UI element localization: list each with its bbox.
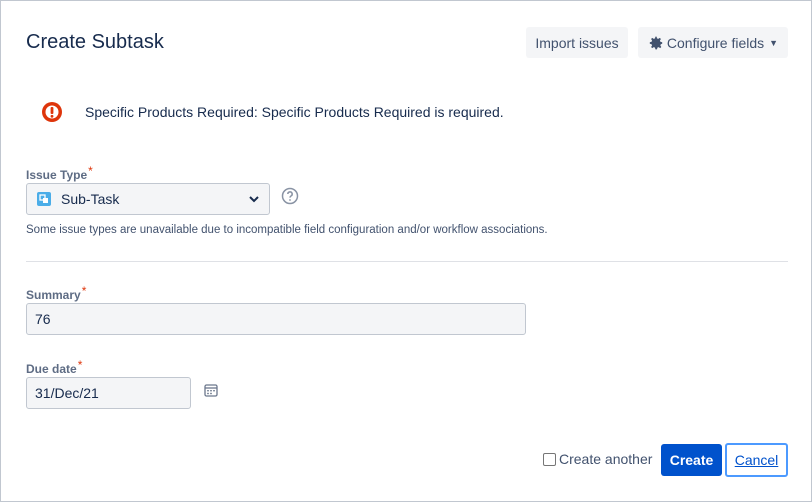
required-mark: * (77, 358, 83, 372)
issue-type-hint: Some issue types are unavailable due to … (26, 224, 548, 236)
chevron-down-icon: ▼ (769, 37, 779, 48)
calendar-icon[interactable] (204, 383, 218, 397)
issue-type-select[interactable]: Sub-Task (26, 183, 270, 215)
summary-input[interactable]: 76 (26, 303, 526, 335)
due-date-label-text: Due date (26, 362, 77, 376)
required-mark: * (88, 164, 93, 178)
error-message: Specific Products Required: Specific Pro… (41, 101, 504, 123)
create-another-option[interactable]: Create another (543, 451, 652, 467)
create-subtask-dialog: Create Subtask Import issues Configure f… (0, 0, 812, 502)
create-another-checkbox[interactable] (543, 452, 556, 466)
configure-fields-label: Configure fields (666, 34, 765, 51)
error-icon (42, 102, 62, 122)
due-date-input[interactable]: 31/Dec/21 (26, 377, 191, 409)
required-mark: * (81, 284, 87, 298)
cancel-button[interactable]: Cancel (725, 443, 788, 477)
dialog-title: Create Subtask (26, 31, 164, 53)
summary-label: Summary* (26, 284, 86, 302)
issue-type-label: Issue Type* (26, 164, 93, 182)
configure-fields-button[interactable]: Configure fields ▼ (638, 27, 788, 58)
gear-icon (649, 36, 663, 49)
help-icon[interactable] (281, 187, 299, 205)
import-issues-button[interactable]: Import issues (526, 27, 628, 58)
issue-type-label-text: Issue Type (26, 168, 88, 182)
chevron-down-icon (249, 196, 259, 203)
due-date-label: Due date* (26, 358, 82, 376)
divider (26, 261, 788, 262)
create-button[interactable]: Create (661, 444, 722, 476)
summary-label-text: Summary (26, 288, 81, 302)
create-another-label: Create another (559, 451, 653, 467)
error-text: Specific Products Required: Specific Pro… (85, 104, 504, 120)
subtask-icon (37, 192, 51, 206)
issue-type-value: Sub-Task (61, 191, 120, 207)
